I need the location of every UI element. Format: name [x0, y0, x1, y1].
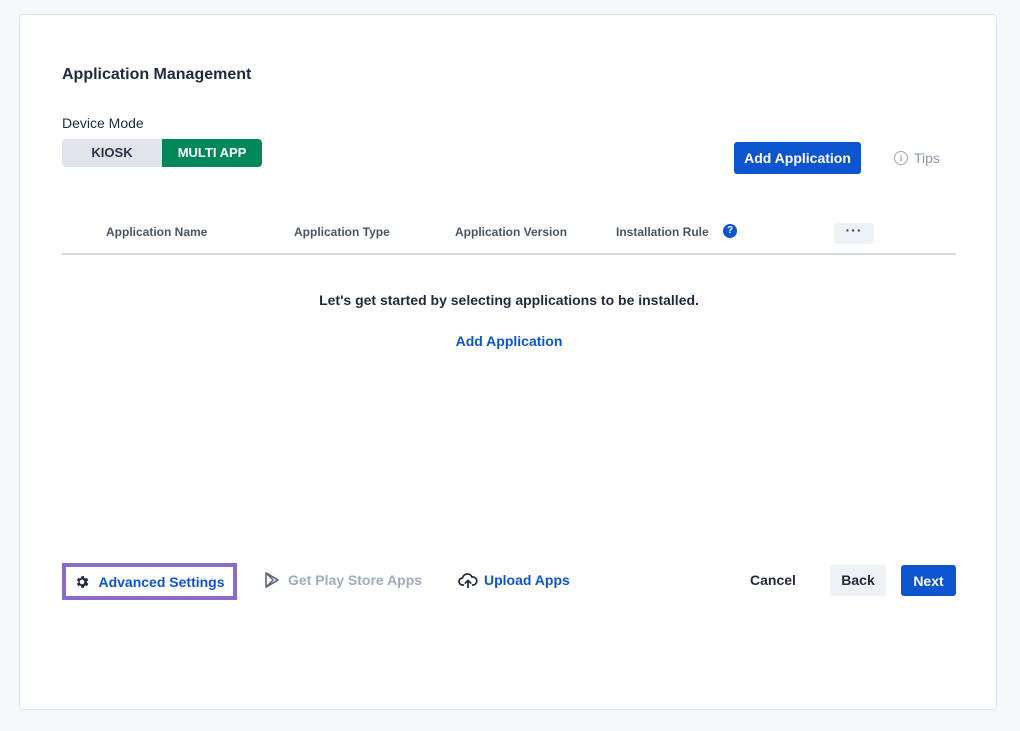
- column-header-application-type: Application Type: [294, 225, 390, 239]
- info-icon: i: [894, 151, 908, 165]
- cloud-upload-icon: [458, 573, 478, 588]
- empty-state-message: Let's get started by selecting applicati…: [319, 292, 699, 308]
- column-header-application-version: Application Version: [455, 225, 568, 239]
- column-header-application-name: Application Name: [106, 225, 208, 239]
- cancel-button[interactable]: Cancel: [750, 572, 796, 588]
- tips-label: Tips: [914, 150, 940, 166]
- page-title: Application Management: [62, 66, 252, 83]
- advanced-settings-label: Advanced Settings: [98, 573, 225, 590]
- get-play-store-apps-button[interactable]: Get Play Store Apps: [265, 572, 422, 588]
- column-header-installation-rule: Installation Rule: [616, 225, 709, 239]
- device-mode-toggle: KIOSK MULTI APP: [62, 139, 262, 167]
- next-button[interactable]: Next: [901, 565, 956, 596]
- upload-apps-label: Upload Apps: [484, 572, 570, 588]
- advanced-settings-button[interactable]: Advanced Settings: [62, 563, 237, 600]
- upload-apps-button[interactable]: Upload Apps: [458, 572, 570, 588]
- add-application-link[interactable]: Add Application: [456, 333, 563, 349]
- empty-state-add-application: Add Application: [62, 333, 956, 351]
- mode-multi-app-button[interactable]: MULTI APP: [162, 139, 262, 167]
- more-options-button[interactable]: ···: [834, 223, 874, 244]
- help-icon[interactable]: ?: [723, 224, 737, 238]
- tips-link[interactable]: i Tips: [894, 150, 940, 166]
- back-button[interactable]: Back: [830, 565, 886, 596]
- device-mode-label: Device Mode: [62, 115, 144, 131]
- app-management-card: Application Management Device Mode KIOSK…: [19, 14, 997, 710]
- play-store-icon: [265, 572, 279, 588]
- table-header-divider: [62, 253, 956, 255]
- add-application-button[interactable]: Add Application: [734, 142, 861, 174]
- gear-icon: [77, 575, 89, 588]
- play-store-label: Get Play Store Apps: [288, 572, 423, 588]
- mode-kiosk-button[interactable]: KIOSK: [62, 139, 162, 167]
